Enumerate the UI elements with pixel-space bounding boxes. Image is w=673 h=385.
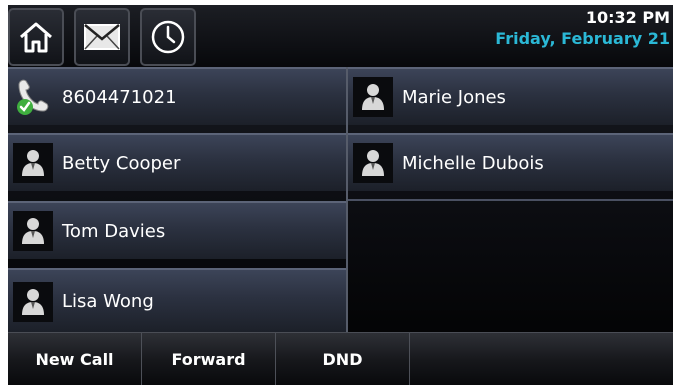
line-key-1[interactable]: 8604471021 — [8, 67, 346, 125]
contact-icon — [13, 211, 53, 251]
home-icon — [18, 20, 54, 54]
line-key-6[interactable]: Michelle Dubois — [348, 133, 673, 191]
line-key-label: Tom Davies — [62, 220, 166, 242]
line-key-5[interactable]: Marie Jones — [348, 67, 673, 125]
line-key-2[interactable]: Betty Cooper — [8, 133, 346, 191]
messages-button[interactable] — [74, 8, 130, 66]
empty-line-key-divider — [348, 199, 673, 201]
clock-display: 10:32 PM Friday, February 21 — [495, 8, 670, 50]
recent-calls-button[interactable] — [140, 8, 196, 66]
line-key-4[interactable]: Lisa Wong — [8, 268, 346, 332]
contact-icon — [13, 282, 53, 322]
line-key-label: Lisa Wong — [62, 290, 154, 312]
time-label: 10:32 PM — [585, 8, 670, 27]
contact-icon — [353, 77, 393, 117]
date-label: Friday, February 21 — [495, 29, 670, 48]
phone-line-registered-icon — [13, 77, 53, 117]
line-key-3[interactable]: Tom Davies — [8, 201, 346, 259]
contact-icon — [13, 143, 53, 183]
line-key-label: 8604471021 — [62, 86, 177, 108]
softkey-bar: New Call Forward DND — [8, 332, 673, 385]
clock-icon — [150, 19, 186, 55]
phone-screen: 10:32 PM Friday, February 21 8604471021 … — [8, 5, 673, 385]
empty-softkey — [410, 333, 673, 385]
new-call-softkey[interactable]: New Call — [8, 333, 142, 385]
mail-icon — [82, 22, 122, 52]
forward-softkey[interactable]: Forward — [142, 333, 276, 385]
top-bar: 10:32 PM Friday, February 21 — [8, 5, 673, 67]
dnd-softkey[interactable]: DND — [276, 333, 410, 385]
line-key-label: Marie Jones — [402, 86, 506, 108]
contact-icon — [353, 143, 393, 183]
line-key-label: Betty Cooper — [62, 152, 181, 174]
line-key-label: Michelle Dubois — [402, 152, 544, 174]
home-button[interactable] — [8, 8, 64, 66]
